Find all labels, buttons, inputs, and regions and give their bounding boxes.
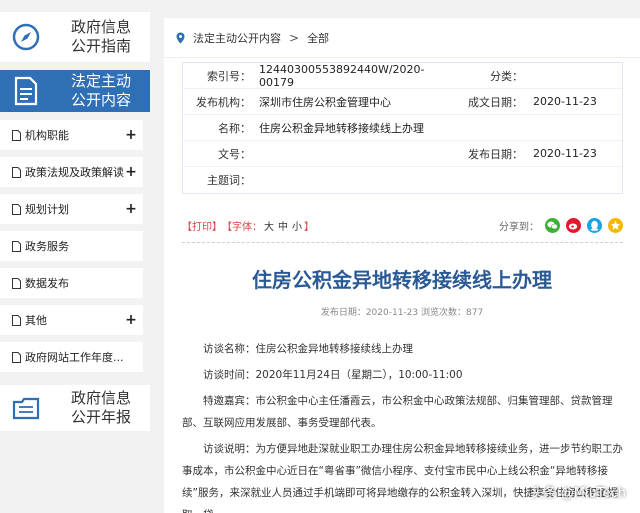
folder-icon (0, 393, 52, 423)
publisher-label: 发布机构： (196, 95, 251, 109)
doc-icon (12, 166, 21, 178)
sidebar-menu: 机构职能 + 政策法规及政策解读 + 规划计划 + 政务服务 数据发布 其他 + (0, 120, 143, 379)
guide-title-line2: 公开指南 (70, 37, 131, 55)
breadcrumb-current[interactable]: 全部 (307, 30, 329, 46)
interview-name: 访谈名称：住房公积金异地转移接续线上办理 (203, 343, 413, 355)
breadcrumb-separator: > (289, 30, 300, 45)
sidebar-item-other[interactable]: 其他 + (0, 305, 143, 335)
sidebar-report-link[interactable]: 政府信息 公开年报 (0, 385, 150, 431)
article-toolbar: 【打印】 【字体：大中小】 分享到： (182, 214, 623, 236)
article-title: 住房公积金异地转移接续线上办理 (252, 268, 552, 292)
doc-icon (12, 314, 21, 326)
published-date-value: 2020-11-23 (533, 147, 597, 160)
created-date-label: 成文日期： (468, 95, 523, 109)
sidebar: 政府信息 公开指南 法定主动 公开内容 机构职能 + 政策法规及政策解读 + 规… (0, 0, 150, 513)
sidebar-report-title: 政府信息 公开年报 (52, 389, 150, 427)
wechat-share-icon[interactable] (545, 217, 560, 233)
sidebar-item-institution[interactable]: 机构职能 + (0, 120, 143, 150)
doc-icon (12, 277, 21, 289)
font-size-control: 【字体：大中小】 (222, 218, 314, 233)
sidebar-active-title: 法定主动 公开内容 (52, 72, 150, 110)
meta-row: 发布机构： 深圳市住房公积金管理中心 成文日期： 2020-11-23 (183, 89, 622, 115)
active-title-line1: 法定主动 (70, 72, 131, 90)
sidebar-item-data[interactable]: 数据发布 (0, 268, 143, 298)
font-size-label: 【字体： (222, 221, 262, 233)
created-date-value: 2020-11-23 (533, 95, 597, 108)
share-group: 分享到： (499, 217, 623, 233)
document-icon (0, 76, 52, 106)
sidebar-item-annual-work[interactable]: 政府网站工作年度... (0, 342, 143, 372)
toolbar-divider (182, 242, 623, 243)
sidebar-item-label: 政务服务 (25, 240, 69, 253)
compass-icon (0, 22, 52, 52)
meta-row: 索引号： 12440300553892440W/2020-00179 分类： (183, 63, 622, 89)
font-large-button[interactable]: 大 (264, 222, 274, 233)
article-publish-info: 发布日期：2020-11-23 浏览次数：877 (320, 308, 484, 318)
interview-guests: 特邀嘉宾：市公积金中心主任潘霞云，市公积金中心政策法规部、归集管理部、贷款管理部… (182, 395, 613, 429)
doc-icon (12, 240, 21, 252)
category-label: 分类： (490, 69, 523, 83)
interview-description: 访谈说明：为方便异地赴深就业职工办理住房公积金异地转移接续业务，进一步节约职工办… (182, 443, 623, 513)
sidebar-item-label: 其他 (25, 314, 47, 327)
expand-icon[interactable]: + (125, 164, 137, 180)
breadcrumb-root-link[interactable]: 法定主动公开内容 (193, 30, 281, 46)
sidebar-item-label: 机构职能 (25, 129, 69, 142)
watermark: 头条 @MiuTech (530, 486, 626, 501)
sidebar-item-label: 规划计划 (25, 203, 69, 216)
subject-label: 主题词： (207, 174, 251, 187)
sidebar-item-policy[interactable]: 政策法规及政策解读 + (0, 157, 143, 187)
meta-row: 名称： 住房公积金异地转移接续线上办理 (183, 115, 622, 141)
active-title-line2: 公开内容 (70, 91, 131, 109)
docno-label: 文号： (218, 147, 251, 161)
meta-row: 文号： 发布日期： 2020-11-23 (183, 141, 622, 167)
meta-row: 主题词： (183, 167, 622, 193)
qq-share-icon[interactable] (587, 217, 602, 233)
publisher-value: 深圳市住房公积金管理中心 (259, 95, 391, 109)
name-label: 名称： (218, 121, 251, 135)
sidebar-item-label: 政策法规及政策解读 (25, 166, 124, 179)
font-medium-button[interactable]: 中 (278, 222, 288, 233)
sidebar-item-label: 政府网站工作年度... (25, 351, 124, 364)
guide-title-line1: 政府信息 (70, 18, 131, 36)
sidebar-item-label: 数据发布 (25, 277, 69, 290)
location-pin-icon (176, 32, 185, 43)
index-label: 索引号： (207, 69, 251, 83)
doc-icon (12, 351, 21, 363)
share-label: 分享到： (499, 221, 539, 233)
font-small-button[interactable]: 小 (292, 222, 302, 233)
metadata-table: 索引号： 12440300553892440W/2020-00179 分类： 发… (182, 62, 623, 194)
doc-icon (12, 129, 21, 141)
sidebar-item-planning[interactable]: 规划计划 + (0, 194, 143, 224)
qzone-share-icon[interactable] (608, 217, 623, 233)
report-title-line1: 政府信息 (70, 389, 131, 407)
main-content: 法定主动公开内容 > 全部 索引号： 12440300553892440W/20… (164, 18, 640, 513)
font-size-bracket: 】 (304, 221, 314, 233)
sidebar-guide-title: 政府信息 公开指南 (52, 18, 150, 56)
name-value: 住房公积金异地转移接续线上办理 (259, 121, 424, 135)
doc-icon (12, 203, 21, 215)
sidebar-active-section[interactable]: 法定主动 公开内容 (0, 70, 150, 112)
report-title-line2: 公开年报 (70, 408, 131, 426)
interview-time: 访谈时间：2020年11月24日（星期二），10:00-11:00 (203, 369, 463, 381)
published-date-label: 发布日期： (468, 147, 523, 161)
sidebar-item-services[interactable]: 政务服务 (0, 231, 143, 261)
breadcrumb: 法定主动公开内容 > 全部 (164, 18, 640, 58)
index-value: 12440300553892440W/2020-00179 (259, 62, 425, 89)
weibo-share-icon[interactable] (566, 217, 581, 233)
expand-icon[interactable]: + (125, 312, 137, 328)
sidebar-guide-link[interactable]: 政府信息 公开指南 (0, 12, 150, 62)
print-button[interactable]: 【打印】 (182, 218, 222, 233)
expand-icon[interactable]: + (125, 127, 137, 143)
expand-icon[interactable]: + (125, 201, 137, 217)
